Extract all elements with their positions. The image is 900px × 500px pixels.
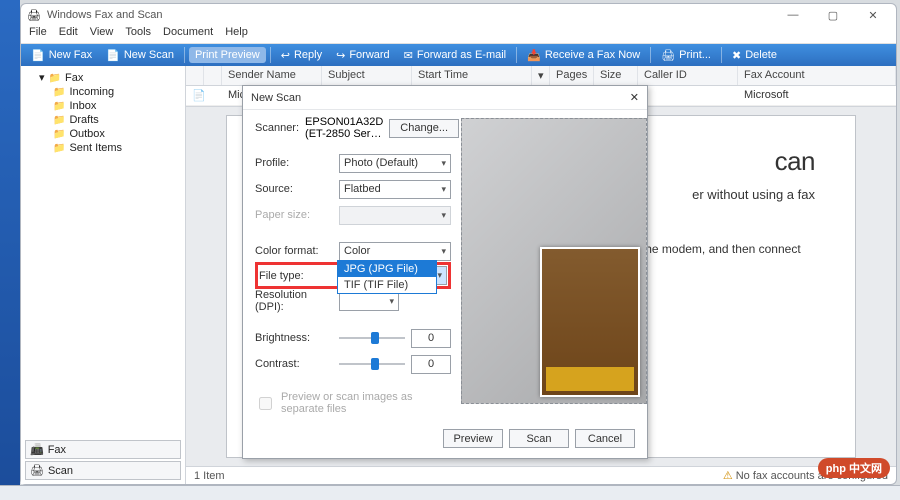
forward-email-button[interactable]: ✉ Forward as E-mail: [398, 47, 512, 64]
scanner-label: Scanner:: [255, 122, 299, 134]
cancel-button[interactable]: Cancel: [575, 429, 635, 448]
tree-outbox[interactable]: Outbox: [53, 127, 181, 141]
dialog-title: New Scan: [251, 92, 301, 104]
minimize-button[interactable]: —: [776, 6, 810, 24]
color-label: Color format:: [255, 245, 333, 257]
menu-help[interactable]: Help: [225, 26, 248, 43]
source-label: Source:: [255, 183, 333, 195]
separate-files-checkbox: [259, 397, 272, 410]
window-title: Windows Fax and Scan: [47, 9, 163, 21]
col-account[interactable]: Fax Account: [738, 66, 896, 85]
tree-sent[interactable]: Sent Items: [53, 141, 181, 155]
titlebar: 🖨 Windows Fax and Scan — ▢ ✕: [21, 4, 896, 26]
new-scan-dialog: New Scan ✕ Scanner: EPSON01A32D (ET-2850…: [242, 85, 648, 459]
statusbar: 1 Item No fax accounts are configured: [186, 466, 896, 484]
col-sender[interactable]: Sender Name: [222, 66, 322, 85]
new-scan-button[interactable]: 📄 New Scan: [100, 47, 180, 64]
forward-button[interactable]: ↪ Forward: [330, 47, 396, 64]
print-button[interactable]: 🖨 Print...: [655, 47, 717, 64]
app-icon: 🖨: [27, 9, 41, 22]
col-pages[interactable]: Pages: [550, 66, 594, 85]
new-fax-button[interactable]: 📄 New Fax: [25, 47, 98, 64]
scanner-name: EPSON01A32D (ET-2850 Ser…: [305, 116, 383, 140]
desktop-edge: [0, 0, 20, 500]
menu-tools[interactable]: Tools: [125, 26, 151, 43]
col-start[interactable]: Start Time: [412, 66, 532, 85]
close-button[interactable]: ✕: [856, 6, 890, 24]
watermark: php 中文网: [818, 458, 890, 478]
preview-thumbnail: [540, 247, 640, 397]
col-icon1[interactable]: [186, 66, 204, 85]
tree-drafts[interactable]: Drafts: [53, 113, 181, 127]
resolution-label: Resolution (DPI):: [255, 289, 333, 313]
delete-button[interactable]: ✖ Delete: [726, 47, 783, 64]
folder-tree: ▾Fax Incoming Inbox Drafts Outbox Sent I…: [21, 66, 186, 484]
contrast-slider[interactable]: [339, 355, 405, 373]
filetype-label: File type:: [259, 270, 337, 282]
tree-root[interactable]: ▾Fax: [39, 70, 181, 85]
brightness-value[interactable]: 0: [411, 329, 451, 348]
contrast-value[interactable]: 0: [411, 355, 451, 374]
dialog-close-icon[interactable]: ✕: [630, 91, 639, 104]
tab-fax[interactable]: 📠 Fax: [25, 440, 181, 459]
tree-incoming[interactable]: Incoming: [53, 85, 181, 99]
contrast-label: Contrast:: [255, 358, 333, 370]
col-size[interactable]: Size: [594, 66, 638, 85]
print-preview-button[interactable]: Print Preview: [189, 47, 266, 63]
tab-scan[interactable]: 🖨 Scan: [25, 461, 181, 480]
receive-fax-button[interactable]: 📥 Receive a Fax Now: [521, 47, 646, 64]
col-caller[interactable]: Caller ID: [638, 66, 738, 85]
scan-button[interactable]: Scan: [509, 429, 569, 448]
col-icon2[interactable]: [204, 66, 222, 85]
separate-files-label: Preview or scan images as separate files: [281, 391, 451, 415]
status-count: 1 Item: [194, 470, 225, 482]
preview-button[interactable]: Preview: [443, 429, 503, 448]
col-dir[interactable]: ▾: [532, 66, 550, 85]
col-subject[interactable]: Subject: [322, 66, 412, 85]
list-header: Sender Name Subject Start Time ▾ Pages S…: [186, 66, 896, 86]
filetype-option-tif[interactable]: TIF (TIF File): [338, 277, 436, 293]
menu-document[interactable]: Document: [163, 26, 213, 43]
menubar: File Edit View Tools Document Help: [21, 26, 896, 44]
menu-file[interactable]: File: [29, 26, 47, 43]
paper-combo: [339, 206, 451, 225]
reply-button[interactable]: ↩ Reply: [275, 47, 328, 64]
filetype-dropdown: JPG (JPG File) TIF (TIF File): [337, 260, 437, 294]
brightness-slider[interactable]: [339, 329, 405, 347]
maximize-button[interactable]: ▢: [816, 6, 850, 24]
profile-label: Profile:: [255, 157, 333, 169]
scan-preview[interactable]: [461, 118, 647, 404]
paper-label: Paper size:: [255, 209, 333, 221]
change-button[interactable]: Change...: [389, 119, 459, 138]
toolbar: 📄 New Fax 📄 New Scan Print Preview ↩ Rep…: [21, 44, 896, 66]
color-combo[interactable]: Color: [339, 242, 451, 261]
menu-view[interactable]: View: [90, 26, 114, 43]
tree-inbox[interactable]: Inbox: [53, 99, 181, 113]
brightness-label: Brightness:: [255, 332, 333, 344]
resolution-combo[interactable]: [339, 292, 399, 311]
menu-edit[interactable]: Edit: [59, 26, 78, 43]
source-combo[interactable]: Flatbed: [339, 180, 451, 199]
profile-combo[interactable]: Photo (Default): [339, 154, 451, 173]
filetype-option-jpg[interactable]: JPG (JPG File): [338, 261, 436, 277]
taskbar: [0, 485, 900, 500]
